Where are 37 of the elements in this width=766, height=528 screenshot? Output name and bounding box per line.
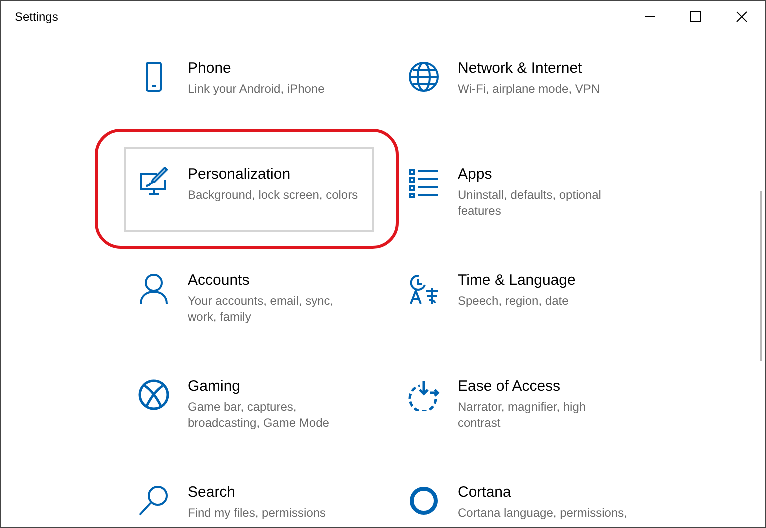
category-title: Ease of Access bbox=[458, 378, 561, 395]
list-icon bbox=[408, 167, 440, 199]
category-description: Link your Android, iPhone bbox=[188, 81, 325, 97]
category-description: features bbox=[458, 203, 502, 219]
category-title: Accounts bbox=[188, 272, 250, 289]
category-description: Cortana language, permissions, bbox=[458, 505, 628, 521]
category-title: Cortana bbox=[458, 484, 512, 501]
ring-icon bbox=[408, 485, 440, 517]
category-title: Network & Internet bbox=[458, 60, 582, 77]
category-title: Phone bbox=[188, 60, 232, 77]
dashed-circle-icon bbox=[408, 379, 440, 411]
category-title: Apps bbox=[458, 166, 492, 183]
category-description: work, family bbox=[188, 309, 252, 325]
category-title: Gaming bbox=[188, 378, 241, 395]
globe-icon bbox=[408, 61, 440, 93]
scrollbar-thumb[interactable] bbox=[760, 191, 762, 361]
category-description: Background, lock screen, colors bbox=[188, 187, 358, 203]
category-description: Find my files, permissions bbox=[188, 505, 326, 521]
search-icon bbox=[138, 485, 170, 517]
person-icon bbox=[138, 273, 170, 305]
category-description: Speech, region, date bbox=[458, 293, 570, 309]
maximize-icon bbox=[690, 11, 702, 23]
close-icon bbox=[736, 11, 748, 23]
category-description: broadcasting, Game Mode bbox=[188, 415, 330, 431]
category-description: Your accounts, email, sync, bbox=[188, 293, 334, 309]
category-title: Time & Language bbox=[458, 272, 576, 289]
clock-letter-icon bbox=[408, 273, 440, 305]
category-description: Uninstall, defaults, optional bbox=[458, 187, 602, 203]
category-title: Search bbox=[188, 484, 236, 501]
window-title: Settings bbox=[14, 10, 60, 24]
category-description: Game bar, captures, bbox=[188, 399, 298, 415]
settings-category-tile[interactable]: Personalization Background, lock screen, colors bbox=[124, 147, 374, 232]
xbox-icon bbox=[138, 379, 170, 411]
category-description: contrast bbox=[458, 415, 502, 431]
category-title: Personalization bbox=[188, 166, 291, 183]
category-description: Wi-Fi, airplane mode, VPN bbox=[458, 81, 600, 97]
category-description: Narrator, magnifier, high bbox=[458, 399, 586, 415]
